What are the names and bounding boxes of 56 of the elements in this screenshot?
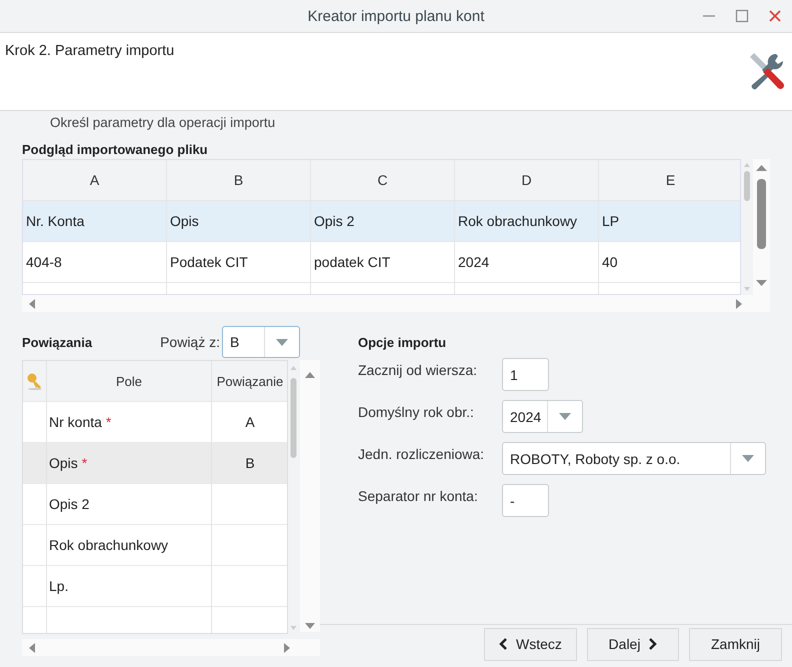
- back-button[interactable]: Wstecz: [484, 628, 577, 660]
- field-label: Jedn. rozliczeniowa:: [358, 445, 486, 462]
- table-row[interactable]: Nr. Konta Opis Opis 2 Rok obrachunkowy LP: [23, 201, 740, 242]
- field-label: Domyślny rok obr.:: [358, 403, 475, 420]
- table-cell: Opis *: [47, 443, 212, 483]
- caret-icon: [559, 413, 571, 420]
- table-cell: Lp.: [47, 566, 212, 606]
- table-cell: 404-8: [23, 242, 167, 282]
- table-cell: Opis: [167, 201, 311, 241]
- maximize-icon[interactable]: [735, 9, 749, 23]
- column-header[interactable]: A: [23, 160, 167, 200]
- vertical-scrollbar[interactable]: [300, 360, 320, 632]
- table-cell: 2024: [455, 242, 599, 282]
- chevron-right-icon: [648, 638, 658, 650]
- next-button[interactable]: Dalej: [587, 628, 679, 660]
- close-icon[interactable]: [768, 9, 782, 23]
- chevron-left-icon: [499, 638, 508, 650]
- close-button[interactable]: Zamknij: [689, 628, 782, 660]
- section-title: Podgląd importowanego pliku: [22, 142, 209, 157]
- table-row[interactable]: Rok obrachunkowy: [23, 525, 287, 566]
- step-title: Krok 2. Parametry importu: [5, 43, 174, 59]
- table-cell: Opis 2: [47, 484, 212, 524]
- column-header[interactable]: B: [167, 160, 311, 200]
- caret-icon: [742, 455, 754, 462]
- table-cell-text: B: [244, 454, 256, 473]
- table-cell: Podatek CIT: [167, 242, 311, 282]
- vertical-scrollbar[interactable]: [741, 159, 753, 295]
- column-header[interactable]: Pole: [47, 361, 212, 401]
- horizontal-scrollbar[interactable]: [22, 639, 320, 656]
- window-title: Kreator importu planu kont: [308, 8, 484, 24]
- field-label: Separator nr konta:: [358, 487, 479, 504]
- bind-label: Powiąż z:: [160, 334, 220, 350]
- field-label: Zacznij od wiersza:: [358, 361, 478, 378]
- section-title: Opcje importu: [358, 334, 448, 352]
- dropdown[interactable]: 2024: [502, 400, 583, 433]
- column-header[interactable]: D: [455, 160, 599, 200]
- input-field[interactable]: 1: [502, 358, 549, 391]
- table-row[interactable]: Lp.: [23, 566, 287, 607]
- table-row[interactable]: Opis 2: [23, 484, 287, 525]
- table-row[interactable]: Opis * B: [23, 443, 287, 484]
- table-cell: podatek CIT: [311, 242, 455, 282]
- table-cell: Opis 2: [311, 201, 455, 241]
- description-text: Określ parametry dla operacji importu: [50, 115, 276, 130]
- column-header[interactable]: Powiązanie: [212, 361, 287, 401]
- input-field[interactable]: -: [502, 484, 549, 517]
- table-cell: Rok obrachunkowy: [455, 201, 599, 241]
- section-title: Powiązania: [22, 334, 92, 350]
- key-icon: [26, 372, 44, 390]
- table-cell: Nr konta *: [47, 402, 212, 442]
- table-cell-text: A: [244, 413, 256, 432]
- column-header[interactable]: C: [311, 160, 455, 200]
- table-cell: Rok obrachunkowy: [47, 525, 212, 565]
- dropdown[interactable]: ROBOTY, Roboty sp. z o.o.: [502, 442, 766, 475]
- table-cell: Nr. Konta: [23, 201, 167, 241]
- bind-dropdown[interactable]: B: [222, 326, 300, 358]
- caret-icon: [276, 338, 288, 346]
